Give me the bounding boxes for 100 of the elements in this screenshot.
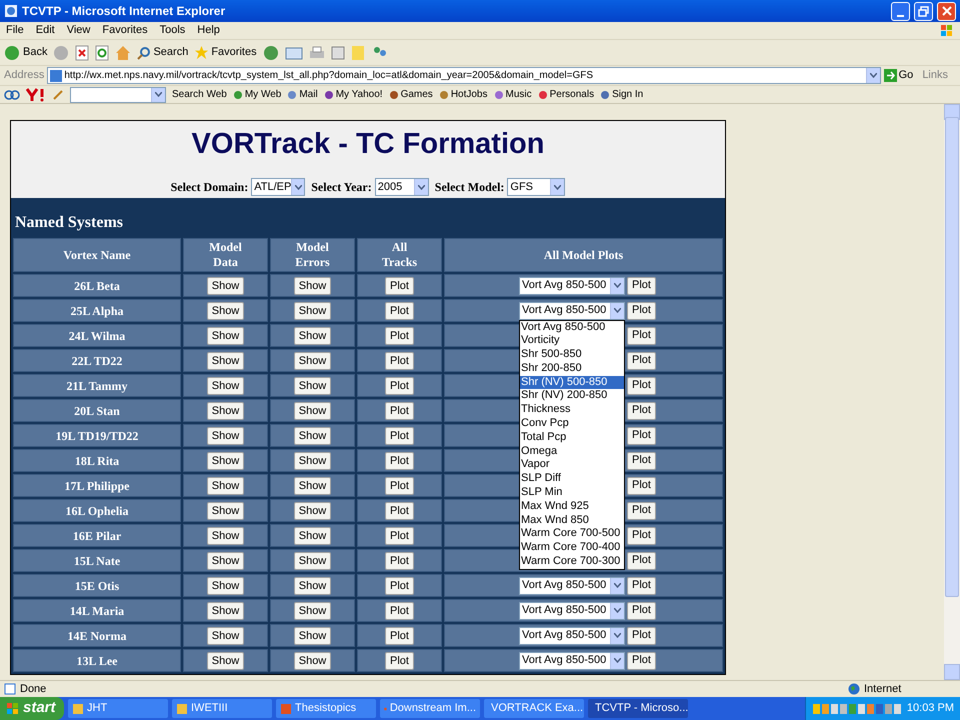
plot-type-select[interactable]: Vort Avg 850-500	[519, 276, 626, 294]
taskbar-button[interactable]: VORTRACK Exa...	[484, 699, 584, 718]
show-errors-button[interactable]: Show	[294, 377, 332, 396]
plot-button[interactable]: Plot	[627, 352, 656, 370]
dropdown-option[interactable]: SLP Diff	[520, 472, 624, 486]
show-errors-button[interactable]: Show	[294, 427, 332, 446]
show-data-button[interactable]: Show	[206, 427, 244, 446]
dropdown-option[interactable]: Max Wnd 925	[520, 500, 624, 514]
toolbar-link[interactable]: Music	[494, 87, 532, 102]
plot-button[interactable]: Plot	[627, 376, 656, 394]
plot-tracks-button[interactable]: Plot	[385, 377, 414, 396]
plot-type-select[interactable]: Vort Avg 850-500	[519, 652, 626, 670]
toolbar-link[interactable]: Personals	[538, 87, 594, 102]
dropdown-option[interactable]: Vorticity	[520, 334, 624, 348]
dropdown-option[interactable]: Warm Core 700-400	[520, 541, 624, 556]
show-errors-button[interactable]: Show	[294, 402, 332, 420]
menu-item[interactable]: Favorites	[102, 22, 148, 39]
go-button[interactable]: Go	[884, 67, 914, 84]
toolbar-link[interactable]: HotJobs	[438, 87, 488, 102]
dropdown-option[interactable]: Conv Pcp	[520, 417, 624, 431]
taskbar-button[interactable]: Thesistopics	[276, 699, 376, 718]
plot-type-select[interactable]: Vort Avg 850-500	[519, 602, 626, 620]
minimize-button[interactable]	[891, 2, 910, 20]
plot-button[interactable]: Plot	[627, 452, 656, 470]
dropdown-option[interactable]: Omega	[520, 444, 624, 458]
search-button[interactable]: Search	[137, 44, 188, 61]
show-errors-button[interactable]: Show	[294, 577, 332, 596]
show-errors-button[interactable]: Show	[294, 277, 332, 296]
plot-tracks-button[interactable]: Plot	[385, 402, 414, 420]
dropdown-option[interactable]: Shr (NV) 200-850	[520, 389, 624, 404]
close-button[interactable]	[937, 2, 956, 20]
plot-button[interactable]: Plot	[627, 576, 656, 594]
show-errors-button[interactable]: Show	[294, 477, 332, 496]
dropdown-option[interactable]: Shr 200-850	[520, 362, 624, 376]
dropdown-option[interactable]: Total Pcp	[520, 430, 624, 445]
toolbar-link[interactable]: Mail	[287, 87, 318, 102]
taskbar-button[interactable]: TCVTP - Microso...	[588, 699, 688, 718]
plot-button[interactable]: Plot	[627, 526, 656, 544]
show-data-button[interactable]: Show	[206, 627, 244, 646]
plot-tracks-button[interactable]: Plot	[385, 577, 414, 596]
plot-button[interactable]: Plot	[627, 602, 656, 620]
dropdown-option[interactable]: Thickness	[520, 403, 624, 418]
show-errors-button[interactable]: Show	[294, 452, 332, 470]
pencil-icon[interactable]	[52, 88, 64, 100]
plot-type-select[interactable]: Vort Avg 850-500	[519, 576, 626, 594]
show-errors-button[interactable]: Show	[294, 327, 332, 346]
show-data-button[interactable]: Show	[206, 377, 244, 396]
plot-button[interactable]: Plot	[627, 626, 656, 644]
menu-item[interactable]: Edit	[36, 22, 55, 39]
plot-tracks-button[interactable]: Plot	[385, 352, 414, 370]
menu-item[interactable]: View	[66, 22, 90, 39]
plot-tracks-button[interactable]: Plot	[385, 452, 414, 470]
plot-tracks-button[interactable]: Plot	[385, 652, 414, 670]
toolbar-link[interactable]: My Web	[232, 87, 282, 102]
filter-select[interactable]: 2005	[374, 178, 429, 196]
mail-icon[interactable]	[284, 46, 303, 60]
dropdown-option[interactable]: Max Wnd 850	[520, 514, 624, 528]
show-data-button[interactable]: Show	[206, 402, 244, 420]
plot-button[interactable]: Plot	[627, 302, 656, 320]
refresh-icon[interactable]	[95, 44, 110, 60]
show-data-button[interactable]: Show	[206, 502, 244, 520]
restore-button[interactable]	[914, 2, 933, 20]
plot-tracks-button[interactable]: Plot	[385, 527, 414, 546]
show-data-button[interactable]: Show	[206, 602, 244, 620]
plot-tracks-button[interactable]: Plot	[385, 627, 414, 646]
toolbar-link[interactable]: My Yahoo!	[324, 87, 383, 102]
plot-button[interactable]: Plot	[627, 276, 656, 294]
address-field[interactable]: http://wx.met.nps.navy.mil/vortrack/tcvtp_system_lst_all.php?domain_loc=atl&domain_year=2005&domain_model=GFS	[47, 67, 881, 84]
favorites-button[interactable]: Favorites	[194, 44, 257, 61]
plot-button[interactable]: Plot	[627, 552, 656, 570]
yahoo-search-field[interactable]	[70, 86, 166, 102]
dropdown-option[interactable]: SLP Min	[520, 486, 624, 500]
show-errors-button[interactable]: Show	[294, 302, 332, 320]
menu-item[interactable]: File	[6, 22, 24, 39]
dropdown-option[interactable]: Shr (NV) 500-850	[520, 376, 624, 390]
plot-type-select[interactable]: Vort Avg 850-500	[519, 302, 626, 320]
plot-button[interactable]: Plot	[627, 326, 656, 344]
show-errors-button[interactable]: Show	[294, 552, 332, 570]
show-errors-button[interactable]: Show	[294, 602, 332, 620]
plot-button[interactable]: Plot	[627, 502, 656, 520]
filter-select[interactable]: GFS	[507, 178, 566, 196]
plot-tracks-button[interactable]: Plot	[385, 277, 414, 296]
yahoo-logo-icon[interactable]	[26, 88, 46, 102]
start-button[interactable]: start	[0, 697, 64, 720]
show-errors-button[interactable]: Show	[294, 527, 332, 546]
plot-tracks-button[interactable]: Plot	[385, 302, 414, 320]
stop-icon[interactable]	[75, 44, 90, 60]
taskbar-button[interactable]: JHT	[68, 699, 168, 718]
show-data-button[interactable]: Show	[206, 277, 244, 296]
plot-button[interactable]: Plot	[627, 426, 656, 444]
show-data-button[interactable]: Show	[206, 327, 244, 346]
plot-tracks-button[interactable]: Plot	[385, 477, 414, 496]
dropdown-option[interactable]: Vort Avg 850-500	[520, 320, 624, 334]
show-data-button[interactable]: Show	[206, 302, 244, 320]
show-errors-button[interactable]: Show	[294, 627, 332, 646]
show-data-button[interactable]: Show	[206, 577, 244, 596]
plot-button[interactable]: Plot	[627, 402, 656, 420]
search-web-button[interactable]: Search Web	[172, 87, 227, 102]
show-data-button[interactable]: Show	[206, 352, 244, 370]
taskbar-button[interactable]: IWETIII	[172, 699, 272, 718]
